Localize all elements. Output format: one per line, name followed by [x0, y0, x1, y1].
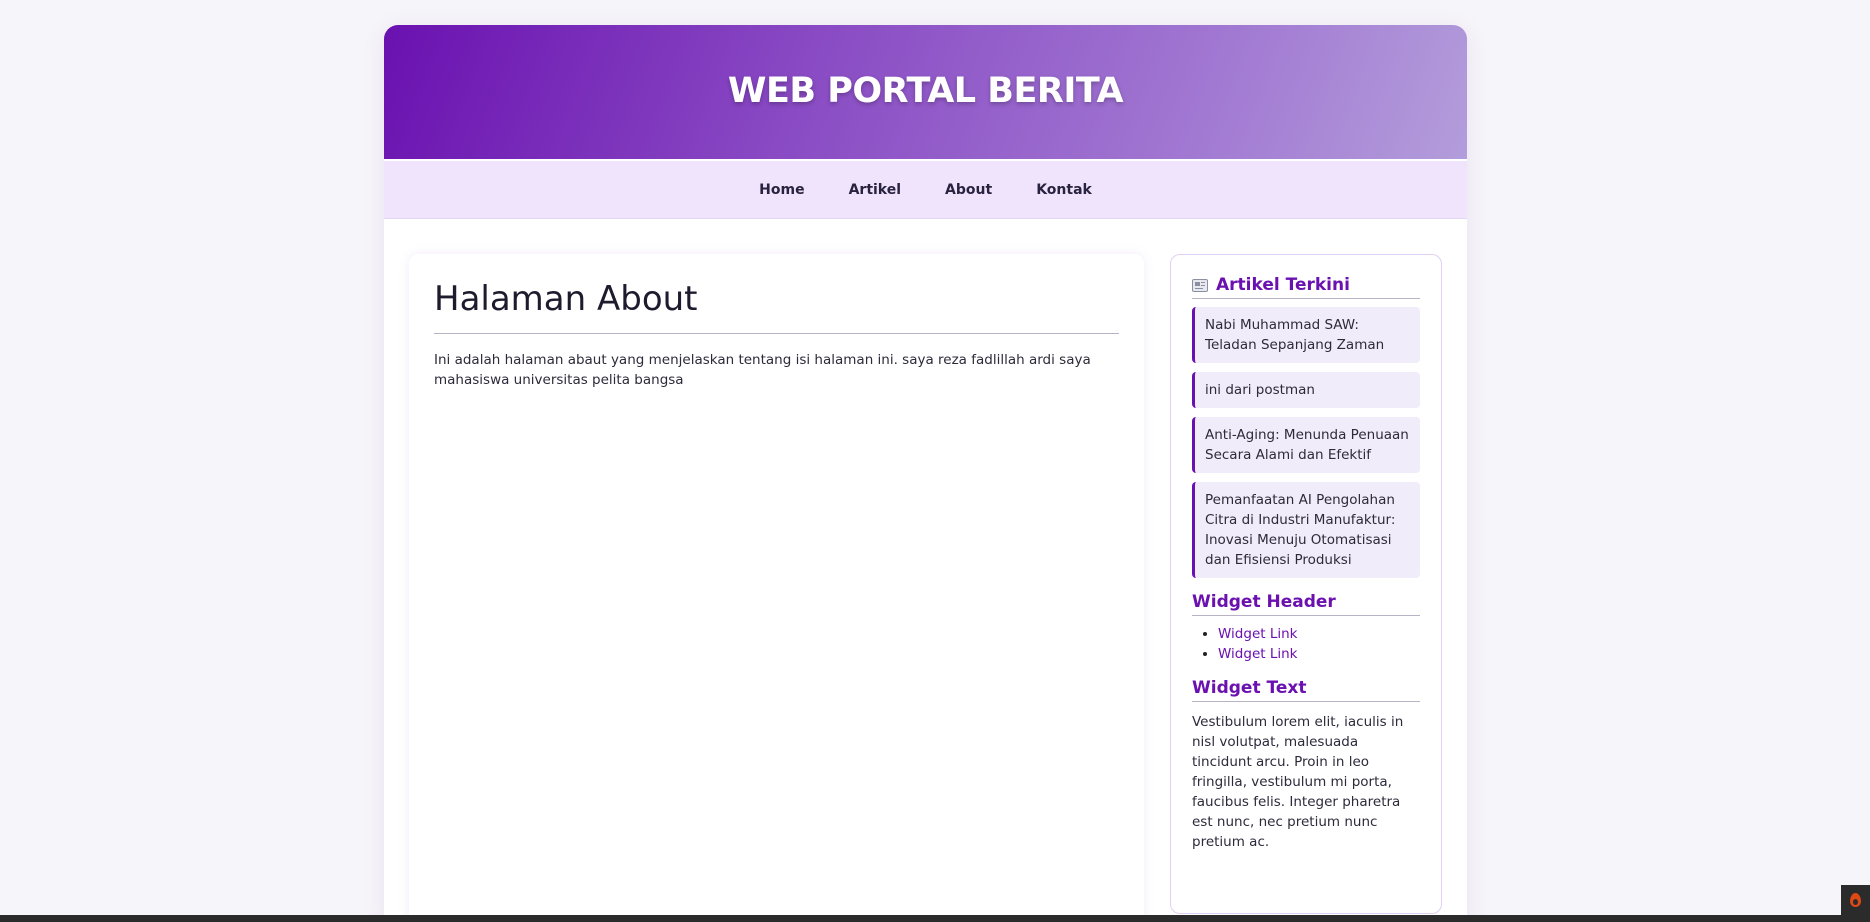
- widget-text-title: Widget Text: [1192, 678, 1420, 702]
- nav-item-home[interactable]: Home: [737, 182, 826, 198]
- site-title: WEB PORTAL BERITA: [727, 71, 1124, 111]
- widget-text-body: Vestibulum lorem elit, iaculis in nisl v…: [1192, 714, 1404, 850]
- debug-toolbar-bar: [0, 915, 1870, 922]
- recent-article-item[interactable]: Nabi Muhammad SAW: Teladan Sepanjang Zam…: [1192, 307, 1420, 363]
- widget-link[interactable]: Widget Link: [1218, 646, 1297, 662]
- widget-header-title: Widget Header: [1192, 592, 1420, 616]
- recent-article-item[interactable]: Anti-Aging: Menunda Penuaan Secara Alami…: [1192, 417, 1420, 473]
- newspaper-icon: [1192, 278, 1208, 292]
- recent-articles-title: Artikel Terkini: [1216, 275, 1350, 295]
- nav-item-artikel[interactable]: Artikel: [827, 182, 923, 198]
- nav-item-about[interactable]: About: [923, 182, 1014, 198]
- page-body-text: Ini adalah halaman abaut yang menjelaska…: [434, 352, 1091, 388]
- sidebar: Artikel Terkini Nabi Muhammad SAW: Telad…: [1170, 254, 1442, 914]
- main-content: Halaman About Ini adalah halaman abaut y…: [409, 254, 1144, 922]
- list-item: Widget Link: [1218, 624, 1420, 644]
- site-header: WEB PORTAL BERITA: [384, 25, 1467, 159]
- recent-article-item[interactable]: ini dari postman: [1192, 372, 1420, 408]
- widget-links-block: Widget Header Widget Link Widget Link: [1192, 592, 1420, 664]
- widget-text-block: Widget Text Vestibulum lorem elit, iacul…: [1192, 678, 1420, 852]
- widget-link-list: Widget Link Widget Link: [1192, 624, 1420, 664]
- list-item: Widget Link: [1218, 644, 1420, 664]
- recent-article-item[interactable]: Pemanfaatan AI Pengolahan Citra di Indus…: [1192, 482, 1420, 578]
- nav-item-kontak[interactable]: Kontak: [1014, 182, 1114, 198]
- page-wrapper: WEB PORTAL BERITA Home Artikel About Kon…: [384, 25, 1467, 922]
- main-nav: Home Artikel About Kontak: [384, 159, 1467, 219]
- widget-link[interactable]: Widget Link: [1218, 626, 1297, 642]
- debug-toolbar-toggle[interactable]: [1841, 885, 1870, 915]
- page-title: Halaman About: [434, 279, 1119, 334]
- recent-articles-header: Artikel Terkini: [1192, 275, 1420, 299]
- codeigniter-flame-icon: [1850, 893, 1861, 907]
